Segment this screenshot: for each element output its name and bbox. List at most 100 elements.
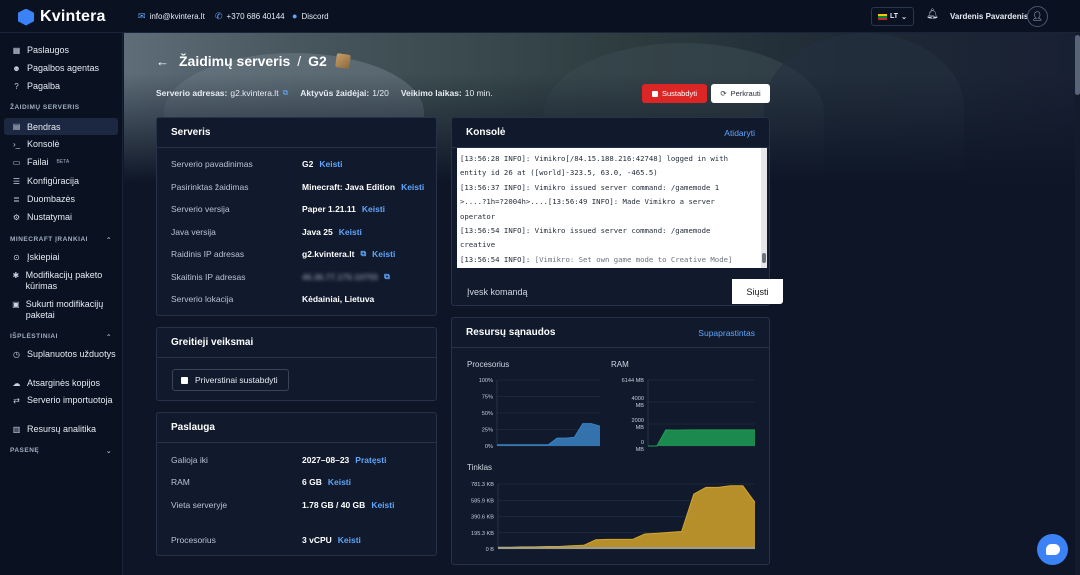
sidebar-item-scheduled-tasks[interactable]: ◷ Suplanuotos užduotys — [12, 349, 120, 360]
back-arrow-icon[interactable]: ← — [156, 54, 169, 69]
beta-badge: BETA — [56, 159, 70, 165]
sidebar-item-bendras[interactable]: ▤ Bendras — [4, 118, 118, 135]
language-selector[interactable]: LT ⌄ — [871, 7, 914, 26]
row-key: Vieta serveryje — [171, 500, 228, 510]
title-separator: / — [297, 53, 302, 69]
sidebar-item-label: Konfigūracija — [27, 176, 80, 186]
ram-chart-tick-label: 6144 MB — [622, 378, 645, 384]
sidebar-item-pagalbos-agentas[interactable]: ☻ Pagalbos agentas — [12, 63, 99, 73]
service-row-storage: Vieta serveryje 1.78 GB / 40 GB Keisti — [171, 500, 394, 510]
sidebar-item-konfiguracija[interactable]: ☰ Konfigūracija — [12, 176, 79, 186]
server-info-line: Serverio adresas: g2.kvintera.lt ⧉ Aktyv… — [156, 88, 493, 98]
sidebar-item-modpack-creation[interactable]: ✱ Modifikacijų paketo kūrimas — [12, 270, 120, 292]
brand-logo[interactable]: Kvintera — [18, 8, 106, 26]
chat-widget-button[interactable] — [1037, 534, 1068, 565]
copy-icon[interactable]: ⧉ — [283, 88, 289, 98]
console-line: operator — [460, 211, 496, 221]
sidebar-item-pagalba[interactable]: ? Pagalba — [12, 81, 60, 91]
chevron-up-icon: ⌃ — [106, 334, 112, 341]
sidebar-item-label: Pagalba — [27, 81, 61, 91]
sidebar-item-label: Serverio importuotoja — [27, 395, 113, 405]
address-label: Serverio adresas: — [156, 88, 228, 98]
server-row-ip: Skaitinis IP adresas 46.36.77.175:10755 ⧉ — [171, 272, 390, 282]
network-chart-tick-label: 390.6 KB — [471, 515, 494, 521]
sidebar-item-failai[interactable]: ▭ Failai BETA — [12, 157, 70, 167]
console-output[interactable]: [13:56:28 INFO]: Vimikro[/84.15.188.216:… — [457, 148, 761, 268]
open-console-link[interactable]: Atidaryti — [724, 128, 755, 138]
row-key: Galioja iki — [171, 455, 208, 465]
package-icon: ▣ — [12, 300, 20, 309]
row-value-blurred: 46.36.77.175:10755 — [302, 272, 379, 282]
ram-chart-tick-unit: MB — [636, 425, 645, 431]
quick-actions-title: Greitieji veiksmai — [171, 337, 254, 348]
sidebar-item-paslaugos[interactable]: ▦ Paslaugos — [12, 45, 69, 55]
user-avatar-icon[interactable]: 👤︎ — [1027, 6, 1048, 27]
edit-cpu-link[interactable]: Keisti — [338, 535, 361, 545]
language-code: LT — [890, 13, 899, 20]
sidebar-item-duombazes[interactable]: ≣ Duombazės — [12, 194, 75, 204]
edit-storage-link[interactable]: Keisti — [371, 500, 394, 510]
sidebar-item-label: Sukurti modifikacijų paketai — [25, 299, 104, 320]
service-row-ram: RAM 6 GB Keisti — [171, 477, 351, 487]
sidebar-item-server-importer[interactable]: ⇄ Serverio importuotoja — [12, 395, 120, 406]
user-name[interactable]: Vardenis Pavardenis — [950, 12, 1028, 21]
row-value: 3 vCPU — [302, 535, 332, 545]
copy-icon[interactable]: ⧉ — [360, 249, 366, 259]
restart-server-button[interactable]: ⟳ Perkrauti — [711, 84, 770, 103]
server-row-name: Serverio pavadinimas G2 Keisti — [171, 159, 343, 169]
stop-server-button[interactable]: Sustabdyti — [642, 84, 707, 103]
mail-icon: ✉ — [138, 11, 146, 21]
command-input[interactable] — [467, 280, 717, 304]
phone-icon: ✆ — [215, 11, 223, 21]
edit-ram-link[interactable]: Keisti — [328, 477, 351, 487]
page-title-text: Žaidimų serveris — [179, 53, 291, 69]
console-scrollbar[interactable] — [761, 148, 767, 268]
bell-icon[interactable]: 🔔︎ — [926, 9, 939, 20]
send-command-button[interactable]: Siųsti — [732, 279, 783, 304]
sidebar-item-label: Konsolė — [27, 139, 60, 149]
sidebar-item-konsole[interactable]: ›_ Konsolė — [12, 139, 60, 149]
page-scrollbar[interactable] — [1075, 33, 1080, 575]
sidebar-item-created-modpacks[interactable]: ▣ Sukurti modifikacijų paketai — [12, 299, 120, 321]
plugin-icon: ⊙ — [13, 252, 20, 262]
import-icon: ⇄ — [13, 396, 20, 405]
force-stop-button[interactable]: Priverstinai sustabdyti — [172, 369, 289, 391]
players-value: 1/20 — [372, 88, 389, 98]
row-key: RAM — [171, 477, 190, 487]
sidebar-item-label: Modifikacijų paketo kūrimas — [25, 270, 103, 291]
sidebar-item-backups[interactable]: ☁ Atsarginės kopijos — [12, 378, 101, 388]
edit-java-link[interactable]: Keisti — [339, 227, 362, 237]
discord-link[interactable]: ● Discord — [292, 11, 329, 21]
row-value: g2.kvintera.lt — [302, 249, 355, 259]
chevron-down-icon: ⌄ — [901, 13, 907, 21]
minecraft-block-icon — [334, 53, 351, 69]
players-label: Aktyvūs žaidėjai: — [300, 88, 370, 98]
sidebar-item-label: Failai — [27, 157, 49, 167]
email-link[interactable]: ✉ info@kvintera.lt — [138, 11, 205, 22]
cloud-icon: ☁ — [12, 378, 21, 388]
row-value: G2 — [302, 159, 314, 169]
cpu-chart-tick-label: 75% — [482, 395, 493, 401]
analytics-icon: ▥ — [12, 424, 21, 434]
edit-version-link[interactable]: Keisti — [362, 204, 385, 214]
resources-card: Resursų sąnaudos Supaprastintas Procesori… — [451, 317, 770, 565]
sidebar-item-resource-analytics[interactable]: ▥ Resursų analitika — [12, 424, 96, 434]
console-line: [13:56:37 INFO]: Vimikro issued server c… — [460, 182, 720, 192]
sidebar-item-iskiepiai[interactable]: ⊙ Įskiepiai — [12, 252, 59, 262]
refresh-icon: ⟳ — [720, 89, 727, 98]
terminal-icon: ›_ — [12, 139, 21, 149]
console-line: [13:56:54 INFO]: [Vimikro: Set own game … — [460, 254, 733, 264]
discord-text: Discord — [301, 11, 329, 21]
sidebar-section-pasene[interactable]: PASENĘ ⌄ — [10, 447, 112, 455]
extend-link[interactable]: Pratęsti — [355, 455, 386, 465]
edit-name-link[interactable]: Keisti — [319, 159, 342, 169]
edit-game-link[interactable]: Keisti — [401, 182, 424, 192]
copy-icon[interactable]: ⧉ — [384, 272, 390, 282]
phone-link[interactable]: ✆ +370 686 40144 — [215, 11, 285, 22]
sidebar-item-nustatymai[interactable]: ⚙ Nustatymai — [12, 212, 72, 222]
edit-domain-link[interactable]: Keisti — [372, 249, 395, 259]
scrollbar-thumb[interactable] — [1075, 35, 1080, 95]
sidebar-section-advanced[interactable]: IŠPLĖSTINIAI ⌃ — [10, 333, 112, 341]
sidebar-section-tools[interactable]: MINECRAFT ĮRANKIAI ⌃ — [10, 236, 112, 244]
console-scrollbar-thumb[interactable] — [762, 253, 766, 263]
